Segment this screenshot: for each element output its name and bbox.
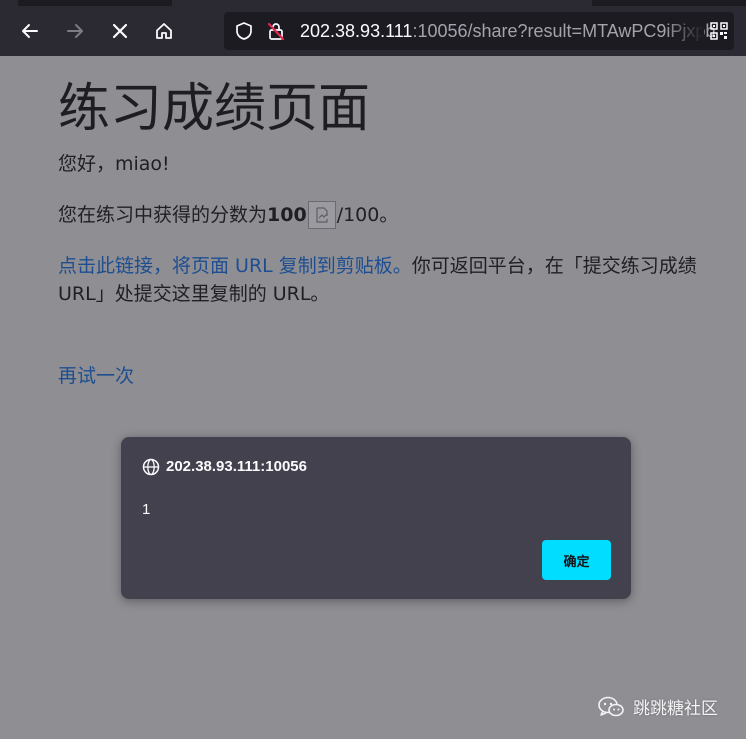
- broken-image-icon: [307, 201, 336, 229]
- instructions-paragraph: 点击此链接，将页面 URL 复制到剪贴板。你可返回平台，在「提交练习成绩 URL…: [58, 252, 698, 308]
- watermark: 跳跳糖社区: [597, 694, 718, 719]
- dialog-message: 1: [142, 501, 151, 518]
- home-button[interactable]: [148, 15, 180, 47]
- browser-toolbar: 202.38.93.111:10056/share?result=MTAwPC9…: [0, 6, 746, 56]
- wechat-icon: [598, 696, 624, 716]
- url-text[interactable]: 202.38.93.111:10056/share?result=MTAwPC9…: [300, 20, 715, 42]
- stop-button[interactable]: [104, 15, 136, 47]
- alert-dialog: 202.38.93.111:10056 1 确定: [121, 437, 631, 599]
- forward-icon: [67, 24, 83, 38]
- qr-code-icon[interactable]: [710, 22, 728, 40]
- url-host: 202.38.93.111: [300, 21, 413, 41]
- url-fade: [664, 12, 704, 50]
- back-button[interactable]: [14, 15, 46, 47]
- greeting-text: 您好，miao!: [58, 153, 170, 175]
- score-line: 您在练习中获得的分数为 100 /100。: [58, 200, 398, 230]
- score-suffix: /100。: [336, 204, 399, 226]
- insecure-lock-icon[interactable]: [266, 21, 286, 41]
- forward-button[interactable]: [59, 15, 91, 47]
- copy-url-link[interactable]: 点击此链接，将页面 URL 复制到剪贴板。: [58, 255, 412, 277]
- watermark-text: 跳跳糖社区: [633, 699, 718, 719]
- score-prefix: 您在练习中获得的分数为: [58, 204, 268, 226]
- retry-link[interactable]: 再试一次: [58, 362, 134, 390]
- shield-icon[interactable]: [234, 21, 254, 41]
- url-bar[interactable]: 202.38.93.111:10056/share?result=MTAwPC9…: [224, 12, 734, 50]
- back-icon: [22, 24, 38, 38]
- score-value: 100: [267, 204, 307, 226]
- stop-icon: [112, 23, 128, 39]
- ok-button[interactable]: 确定: [542, 540, 611, 580]
- page-title: 练习成绩页面: [58, 80, 371, 138]
- dialog-origin: 202.38.93.111:10056: [166, 458, 307, 475]
- home-icon: [156, 23, 172, 39]
- globe-icon: [142, 458, 160, 476]
